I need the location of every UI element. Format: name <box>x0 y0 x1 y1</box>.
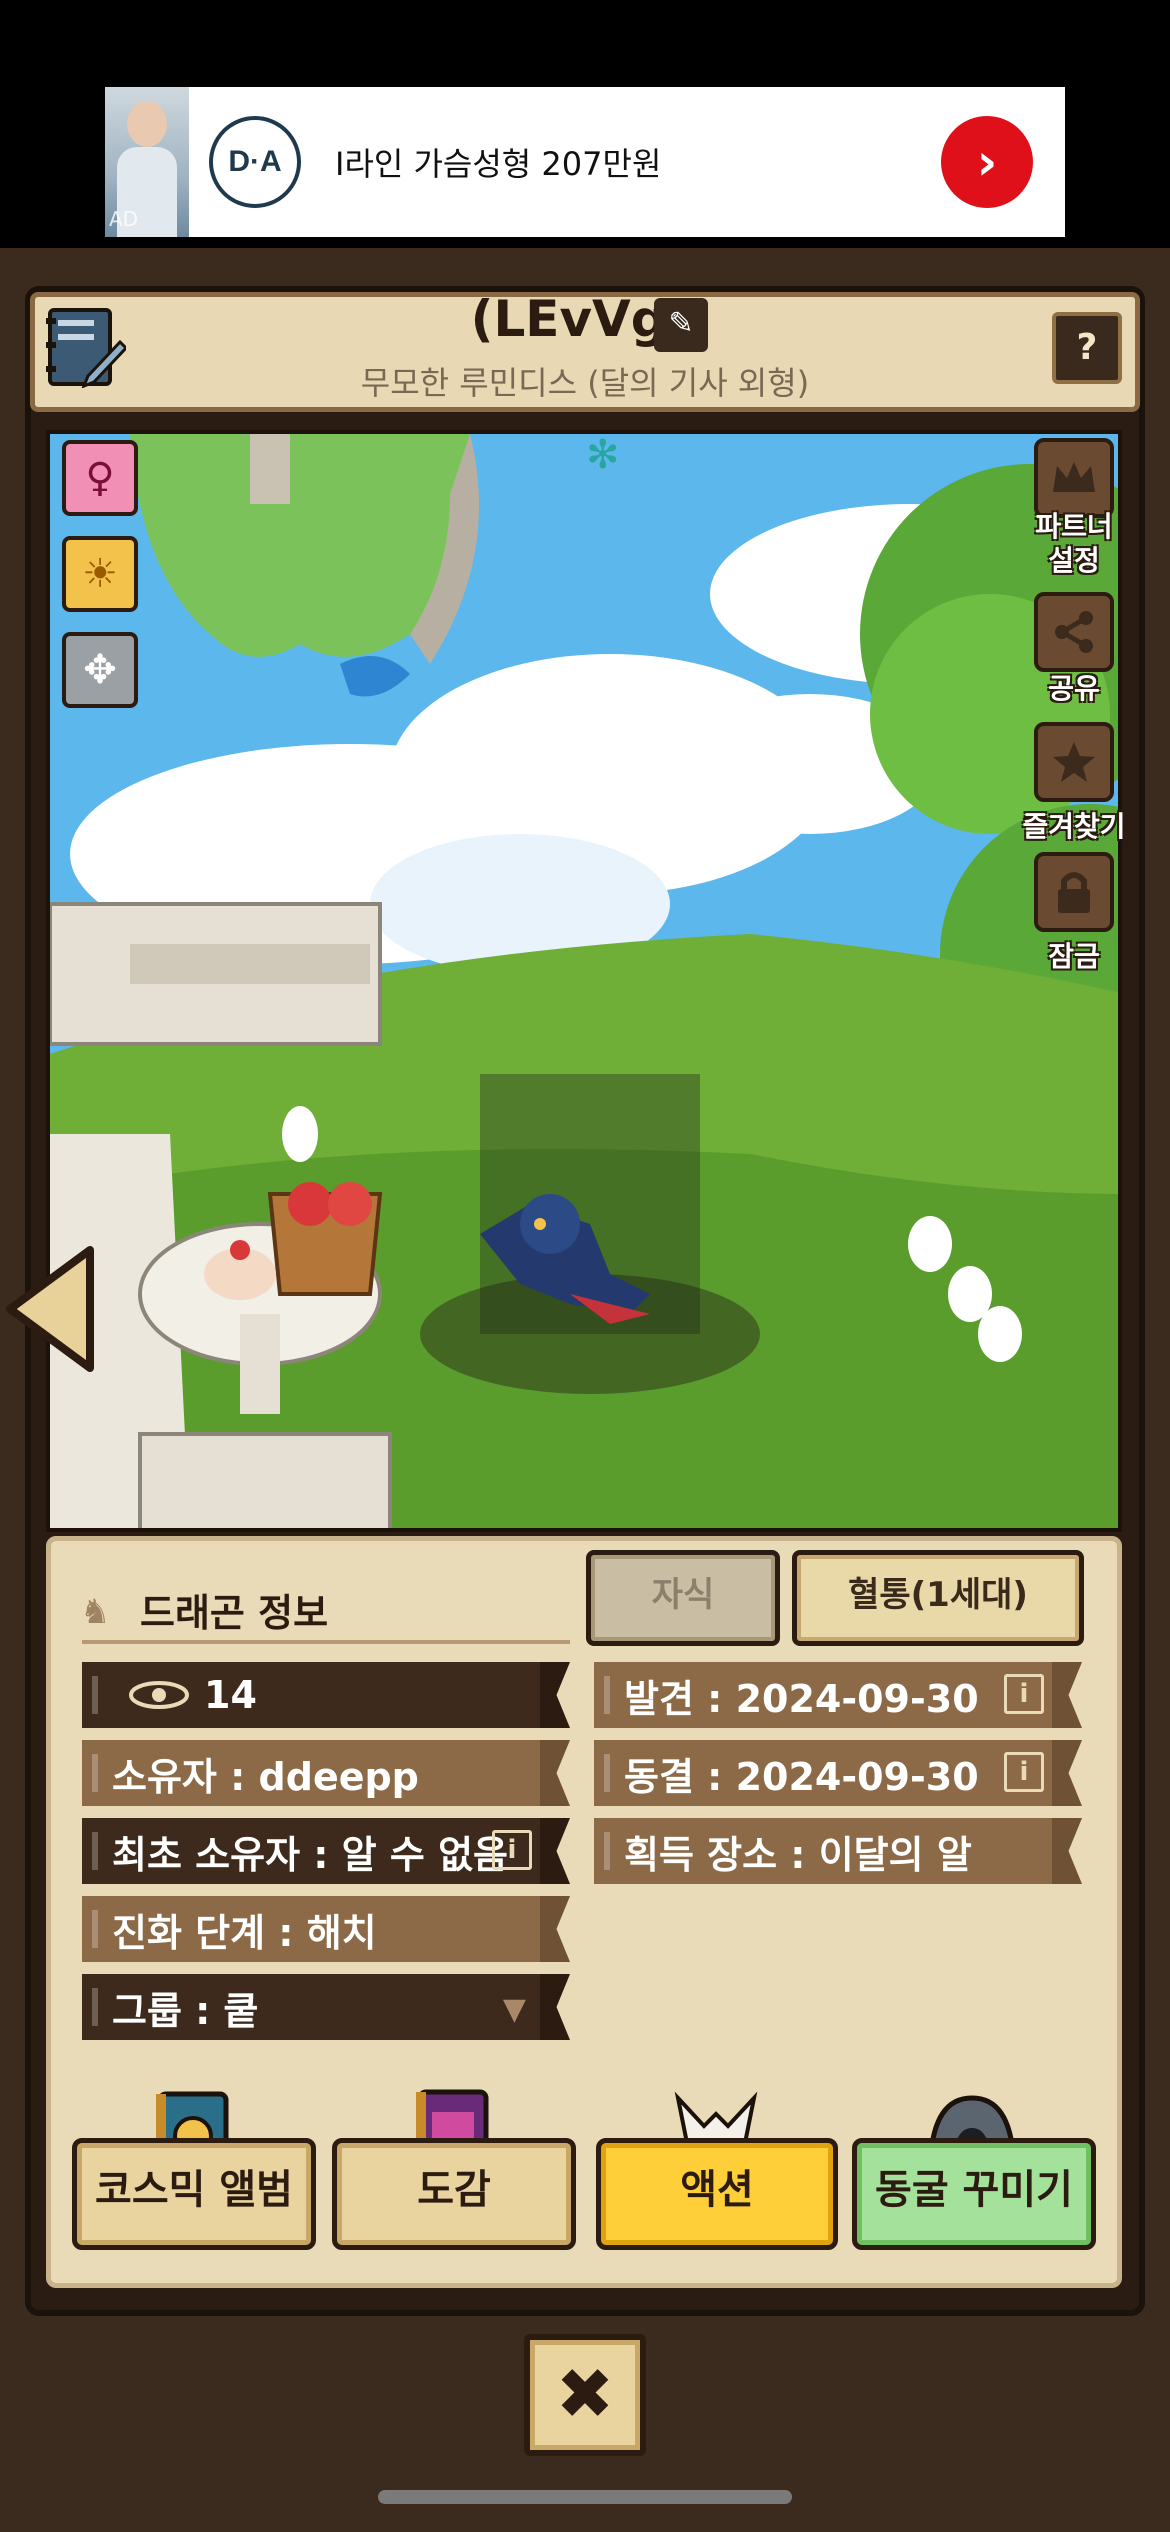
dragon-info-title: 드래곤 정보 <box>140 1591 329 1635</box>
discovered-date-bar: 발견 : 2024-09-30 i <box>594 1662 1082 1728</box>
ad-tag: AD <box>109 207 139 231</box>
ad-banner[interactable]: AD D·A I라인 가슴성형 207만원 › <box>105 87 1065 237</box>
dex-label: 도감 <box>417 2167 491 2213</box>
favorite-label: 즐겨찾기 <box>1022 810 1126 843</box>
cosmic-album-button[interactable]: 코스믹 앨범 <box>72 2138 316 2250</box>
cosmic-album-label: 코스믹 앨범 <box>95 2167 293 2213</box>
frozen-date-text: 동결 : 2024-09-30 <box>624 1754 979 1799</box>
discovered-info-button[interactable]: i <box>1004 1674 1044 1714</box>
ad-thumbnail: AD <box>105 87 189 237</box>
lock-label: 잠금 <box>1048 940 1100 973</box>
eye-icon <box>129 1681 189 1709</box>
lock-icon <box>1058 872 1090 913</box>
first-owner-bar: 최초 소유자 : 알 수 없음 i <box>82 1818 570 1884</box>
evolution-stage-text: 진화 단계 : 해치 <box>112 1910 377 1955</box>
dragon-scene: ✻ <box>46 430 1122 1532</box>
evolution-stage-bar: 진화 단계 : 해치 <box>82 1896 570 1962</box>
owner-bar: 소유자 : ddeepp <box>82 1740 570 1806</box>
obtained-location-text: 획득 장소 : 이달의 알 <box>624 1832 972 1877</box>
partner-settings-label: 파트너 설정 <box>1035 510 1113 577</box>
dropdown-arrow-icon: ▼ <box>502 1992 526 2027</box>
close-button[interactable]: ✖ <box>524 2334 646 2456</box>
dex-button[interactable]: 도감 <box>332 2138 576 2250</box>
decorate-cave-label: 동굴 꾸미기 <box>875 2167 1073 2213</box>
partner-settings-button[interactable] <box>1034 438 1114 518</box>
discovered-date-text: 발견 : 2024-09-30 <box>624 1676 979 1721</box>
share-label: 공유 <box>1048 672 1100 705</box>
share-button[interactable] <box>1034 592 1114 672</box>
views-count: 14 <box>204 1673 257 1717</box>
first-owner-info-button[interactable]: i <box>492 1830 532 1870</box>
action-label: 액션 <box>680 2167 754 2213</box>
obtained-location-bar: 획득 장소 : 이달의 알 <box>594 1818 1082 1884</box>
female-icon: ♀ <box>85 455 115 501</box>
help-button[interactable]: ? <box>1052 312 1122 384</box>
decorate-cave-button[interactable]: 동굴 꾸미기 <box>852 2138 1096 2250</box>
dragon-silhouette-icon: ♞ <box>80 1592 111 1632</box>
tab-child[interactable]: 자식 <box>586 1550 780 1646</box>
dragon-species-subtitle: 무모한 루민디스 (달의 기사 외형) <box>360 364 810 402</box>
edit-name-button[interactable]: ✎ <box>654 298 708 352</box>
share-icon <box>1055 611 1093 653</box>
frozen-date-bar: 동결 : 2024-09-30 i <box>594 1740 1082 1806</box>
daytime-toggle-button[interactable]: ☀ <box>62 536 138 612</box>
gender-female-button[interactable]: ♀ <box>62 440 138 516</box>
group-selector[interactable]: 그룹 : 쿹 ▼ <box>82 1974 570 2040</box>
sun-icon: ☀ <box>82 551 118 597</box>
owner-text: 소유자 : ddeepp <box>112 1754 419 1799</box>
ad-logo: D·A <box>209 116 301 208</box>
crown-icon <box>1053 462 1095 492</box>
close-icon: ✖ <box>555 2353 615 2435</box>
home-indicator[interactable] <box>378 2490 792 2504</box>
move-mode-button[interactable]: ✥ <box>62 632 138 708</box>
star-icon <box>1053 742 1095 782</box>
tab-lineage[interactable]: 혈통(1세대) <box>792 1550 1084 1646</box>
favorite-button[interactable] <box>1034 722 1114 802</box>
ad-text: I라인 가슴성형 207만원 <box>335 145 662 183</box>
views-count-bar: 14 <box>82 1662 570 1728</box>
ad-arrow-button[interactable]: › <box>941 116 1033 208</box>
move-icon: ✥ <box>83 647 117 693</box>
frozen-info-button[interactable]: i <box>1004 1752 1044 1792</box>
scene-illustration: ✻ <box>50 434 1118 1528</box>
title-divider <box>82 1640 570 1644</box>
group-text: 그룹 : 쿹 <box>112 1988 259 2033</box>
lock-button[interactable] <box>1034 852 1114 932</box>
previous-dragon-arrow[interactable] <box>4 1244 96 1374</box>
action-button[interactable]: 액션 <box>596 2138 838 2250</box>
svg-text:✻: ✻ <box>586 434 620 478</box>
first-owner-text: 최초 소유자 : 알 수 없음 <box>112 1832 508 1877</box>
notebook-icon[interactable] <box>44 306 126 388</box>
